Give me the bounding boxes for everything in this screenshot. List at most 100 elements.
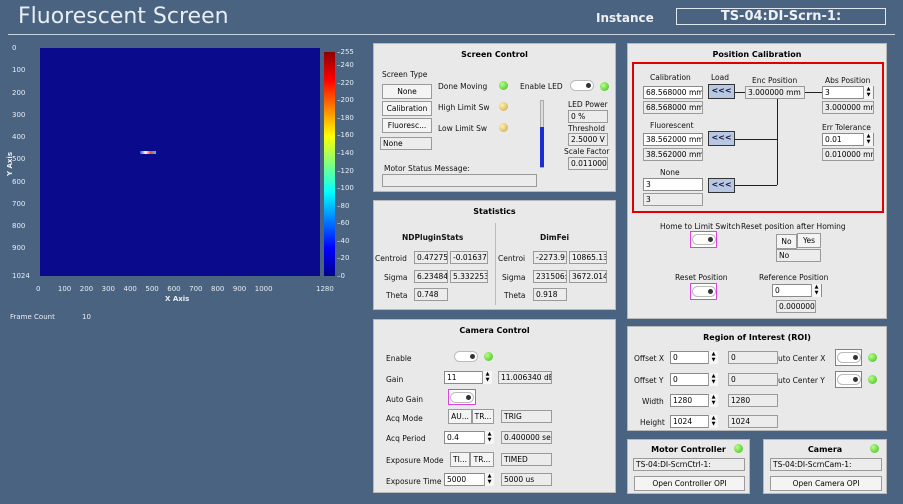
exposure-mode-timed-button[interactable]: TI... — [450, 452, 470, 467]
none-position-input[interactable]: 3 — [643, 178, 703, 191]
home-limit-toggle[interactable] — [690, 231, 717, 248]
threshold-value: 2.5000 V — [568, 133, 608, 146]
exposure-time-spinner[interactable]: ▲ ▼ — [484, 473, 494, 486]
camera-control-title: Camera Control — [459, 326, 530, 335]
statistics-panel: Statistics NDPluginStats Centroid 0.4727… — [373, 200, 616, 310]
nd-centroid-label: Centroid — [375, 254, 407, 263]
screen-fluorescent-button[interactable]: Fluoresc... — [382, 118, 432, 133]
reset-after-homing-yes-button[interactable]: Yes — [797, 233, 821, 248]
exposure-mode-trig-button[interactable]: TR... — [470, 452, 494, 467]
height-readback: 1024 — [728, 415, 778, 428]
auto-center-x-label: uto Center X — [778, 354, 826, 363]
image-plot[interactable] — [40, 48, 320, 276]
offset-y-spinner[interactable]: ▲ ▼ — [708, 373, 718, 386]
colorbar-tick-label: –40 — [337, 236, 350, 245]
low-limit-led — [499, 123, 508, 132]
auto-gain-toggle[interactable] — [448, 389, 476, 405]
load-fluorescent-button[interactable]: <<< — [708, 131, 735, 146]
instance-label: Instance — [596, 11, 654, 25]
screen-control-panel: Screen Control Screen Type None Calibrat… — [373, 43, 616, 192]
exposure-time-readback: 5000 us — [501, 473, 552, 486]
y-tick-label: 300 — [12, 110, 26, 119]
err-tolerance-label: Err Tolerance — [822, 123, 871, 132]
open-controller-opi-button[interactable]: Open Controller OPI — [634, 476, 745, 491]
low-limit-label: Low Limit Sw — [438, 124, 488, 133]
x-axis-label: X Axis — [165, 295, 190, 303]
screen-none-button[interactable]: None — [382, 84, 432, 99]
y-tick-label: 1024 — [12, 272, 30, 280]
dim-sigma-label: Sigma — [502, 273, 526, 282]
calibration-input[interactable]: 68.568000 mm — [643, 86, 703, 99]
y-tick-label: 100 — [12, 66, 26, 75]
colorbar-tick-label: –60 — [337, 219, 350, 228]
done-moving-label: Done Moving — [438, 82, 488, 91]
auto-center-x-switch — [837, 352, 861, 363]
gain-label: Gain — [386, 375, 404, 384]
enc-position-label: Enc Position — [752, 76, 798, 85]
x-tick-label: 300 — [101, 285, 115, 293]
acq-mode-label: Acq Mode — [386, 414, 423, 423]
title-divider — [8, 34, 895, 35]
done-moving-led — [499, 81, 508, 90]
reference-position-spinner[interactable]: ▲ ▼ — [811, 284, 821, 297]
height-spinner[interactable]: ▲ ▼ — [708, 415, 718, 428]
reset-position-toggle[interactable] — [690, 283, 717, 300]
statistics-title: Statistics — [473, 207, 516, 216]
open-camera-opi-button[interactable]: Open Camera OPI — [770, 476, 882, 491]
position-calibration-title: Position Calibration — [712, 50, 802, 59]
motor-status-label: Motor Status Message: — [384, 164, 470, 173]
y-tick-label: 600 — [12, 177, 26, 186]
reference-position-label: Reference Position — [759, 273, 829, 282]
y-tick-label: 700 — [12, 199, 26, 208]
acq-mode-readback: TRIG — [501, 410, 552, 423]
calibration-label: Calibration — [650, 73, 691, 82]
acq-mode-auto-button[interactable]: AU... — [448, 409, 472, 424]
reset-after-homing-label: Reset position after Homing — [741, 222, 846, 231]
abs-position-readback: 3.000000 mm — [822, 101, 874, 114]
acq-period-label: Acq Period — [386, 434, 426, 443]
colorbar-tick-label: –120 — [337, 166, 354, 175]
exposure-mode-readback: TIMED — [501, 453, 552, 466]
nd-centroid-x: 0.47275: — [414, 251, 448, 264]
reset-after-homing-readback: No — [776, 249, 821, 262]
abs-position-spinner[interactable]: ▲ ▼ — [863, 86, 873, 99]
enable-led-toggle[interactable] — [570, 80, 594, 91]
led-power-slider[interactable] — [540, 100, 544, 168]
nd-stats-title: NDPluginStats — [402, 233, 464, 242]
gain-readback: 11.006340 dB — [498, 371, 552, 384]
reset-position-switch — [692, 286, 716, 297]
y-tick-label: 800 — [12, 222, 26, 231]
load-none-button[interactable]: <<< — [708, 178, 735, 193]
offset-x-spinner[interactable]: ▲ ▼ — [708, 351, 718, 364]
nd-sigma-label: Sigma — [384, 273, 408, 282]
dim-centroid-x: -2273.9: — [533, 251, 567, 264]
colorbar-tick-label: –180 — [337, 113, 354, 122]
fluorescent-input[interactable]: 38.562000 mm — [643, 133, 703, 146]
dim-centroid-y: 10865.138 — [569, 251, 607, 264]
err-tolerance-spinner[interactable]: ▲ ▼ — [863, 133, 873, 146]
app-title: Fluorescent Screen — [18, 4, 229, 29]
load-calibration-button[interactable]: <<< — [708, 84, 735, 99]
motor-controller-panel: Motor Controller TS-04:DI-ScrnCtrl-1: Op… — [627, 439, 750, 494]
gain-spinner[interactable]: ▲ ▼ — [482, 371, 492, 384]
x-tick-label: 0 — [36, 285, 41, 293]
acq-period-spinner[interactable]: ▲ ▼ — [484, 431, 494, 444]
reset-after-homing-no-button[interactable]: No — [776, 234, 797, 249]
colorbar-tick-label: –80 — [337, 201, 350, 210]
home-limit-switch — [692, 234, 716, 245]
screen-calibration-button[interactable]: Calibration — [382, 101, 432, 116]
enc-connector-bottom — [735, 185, 777, 186]
calibration-readback: 68.568000 mm — [643, 101, 703, 114]
home-limit-label: Home to Limit Switch — [660, 222, 741, 231]
acq-mode-trig-button[interactable]: TR... — [472, 409, 494, 424]
auto-center-x-led — [868, 353, 877, 362]
err-tolerance-readback: 0.010000 mm — [822, 148, 874, 161]
enable-label: Enable — [386, 354, 412, 363]
width-spinner[interactable]: ▲ ▼ — [708, 394, 718, 407]
auto-center-x-toggle[interactable] — [835, 349, 862, 366]
exposure-time-label: Exposure Time — [386, 477, 442, 486]
screen-type-label: Screen Type — [382, 70, 428, 79]
auto-center-y-toggle[interactable] — [835, 371, 862, 388]
x-tick-label: 200 — [79, 285, 94, 293]
camera-enable-toggle[interactable] — [454, 351, 478, 362]
